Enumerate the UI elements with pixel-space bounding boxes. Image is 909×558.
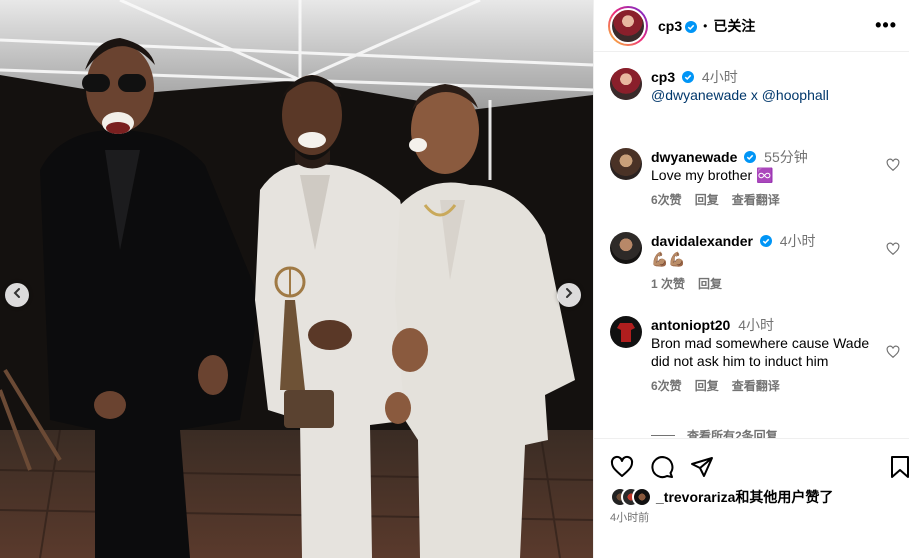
comment-like-heart-icon[interactable] [886, 242, 900, 261]
comment-likes-count[interactable]: 6次赞 [651, 377, 682, 395]
comment-likes-count[interactable]: 6次赞 [651, 191, 682, 209]
comment-icon[interactable] [650, 455, 674, 484]
caption-username[interactable]: cp3 [651, 69, 675, 85]
comment-text: Bron mad somewhere cause Wade did not as… [651, 335, 870, 369]
post-header: cp3 • 已关注 ••• [594, 0, 909, 52]
see-translation-button[interactable]: 查看翻译 [732, 191, 780, 209]
comment-time: 4小时 [779, 233, 816, 249]
comment-item: antoniopt20 4小时 Bron mad somewhere cause… [610, 316, 900, 395]
reply-button[interactable]: 回复 [695, 191, 719, 209]
commenter-avatar[interactable] [610, 148, 642, 180]
comments-list[interactable]: cp3 4小时 @dwyanewade x @hoophall dwyanewa… [594, 53, 909, 438]
commenter-username[interactable]: davidalexander [651, 233, 753, 249]
comment-time: 4小时 [738, 317, 775, 333]
commenter-username[interactable]: antoniopt20 [651, 317, 730, 333]
comment-item: dwyanewade 55分钟 Love my brother ♾️ 6次赞 回… [610, 148, 900, 209]
mention-hoophall[interactable]: @hoophall [762, 87, 829, 103]
following-button[interactable]: 已关注 [713, 16, 755, 36]
comment-time: 55分钟 [764, 149, 808, 165]
chevron-right-icon [563, 286, 575, 304]
caption-avatar[interactable] [610, 68, 642, 100]
verified-badge-icon [759, 233, 772, 247]
author-username[interactable]: cp3 [658, 18, 682, 34]
photo-scene [0, 0, 593, 558]
see-translation-button[interactable]: 查看翻译 [732, 377, 780, 395]
comment-like-heart-icon[interactable] [886, 345, 900, 364]
caption-time: 4小时 [701, 69, 738, 85]
author-avatar[interactable] [608, 5, 648, 46]
likes-summary: _trevorariza和其他用户赞了 [610, 487, 833, 507]
comment-likes-count[interactable]: 1 次赞 [651, 275, 685, 293]
reply-divider [651, 435, 675, 436]
post-actions: _trevorariza和其他用户赞了 4小时前 [594, 438, 909, 558]
reply-button[interactable]: 回复 [695, 377, 719, 395]
verified-badge-icon [685, 20, 698, 33]
commenter-username[interactable]: dwyanewade [651, 149, 737, 165]
share-icon[interactable] [690, 455, 714, 484]
comment-item: davidalexander 4小时 💪🏽💪🏽 1 次赞 回复 [610, 232, 900, 293]
comment-like-heart-icon[interactable] [886, 158, 900, 177]
comment-text: 💪🏽💪🏽 [651, 251, 686, 267]
next-image-button[interactable] [557, 283, 581, 307]
reply-button[interactable]: 回复 [698, 275, 722, 293]
more-options-icon[interactable]: ••• [875, 15, 897, 36]
heart-icon[interactable] [610, 455, 634, 484]
previous-image-button[interactable] [5, 283, 29, 307]
post-detail-panel: cp3 • 已关注 ••• cp3 4小时 @dwyanewade x @hoo… [593, 0, 909, 558]
caption: cp3 4小时 @dwyanewade x @hoophall [610, 68, 900, 104]
chevron-left-icon [11, 286, 23, 304]
separator-dot: • [703, 18, 708, 33]
likes-suffix[interactable]: 和其他用户赞了 [735, 489, 833, 505]
commenter-avatar[interactable] [610, 316, 642, 348]
liker-username[interactable]: _trevorariza [656, 489, 735, 505]
bookmark-icon[interactable] [890, 455, 909, 484]
mention-dwyanewade[interactable]: @dwyanewade [651, 87, 747, 103]
commenter-avatar[interactable] [610, 232, 642, 264]
view-replies-label: 查看所有2条回复 [687, 429, 778, 438]
view-replies-button[interactable]: 查看所有2条回复 [651, 427, 778, 438]
liker-avatars [610, 487, 652, 507]
caption-connector: x [750, 87, 758, 103]
verified-badge-icon [744, 149, 757, 163]
post-timestamp[interactable]: 4小时前 [610, 509, 649, 525]
post-photo[interactable] [0, 0, 593, 558]
verified-badge-icon [682, 69, 695, 83]
comment-text: Love my brother ♾️ [651, 167, 774, 183]
liker-avatar[interactable] [632, 487, 652, 507]
